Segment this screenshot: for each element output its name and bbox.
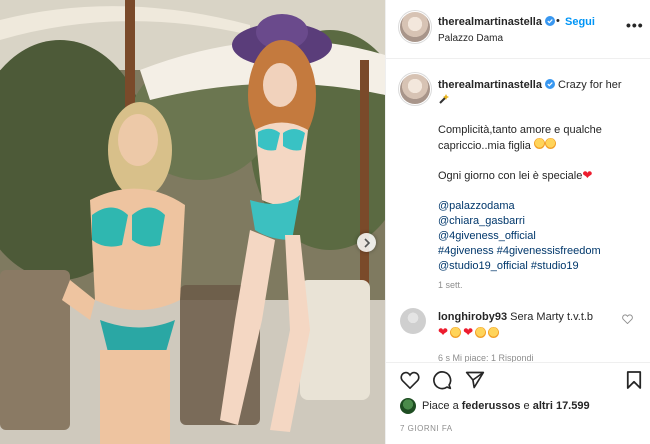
more-options-button[interactable]: •••	[626, 17, 644, 33]
chevron-right-icon	[363, 237, 370, 248]
commenter-username[interactable]: longhiroby93	[438, 311, 507, 323]
likes-middle: e	[523, 400, 530, 412]
location-link[interactable]: Palazzo Dama	[438, 33, 503, 44]
comment-text: Sera Marty t.v.t.b	[510, 311, 594, 323]
tag-link[interactable]: #4giveness #4givenessisfreedom	[438, 244, 638, 259]
caption-username[interactable]: therealmartinastella	[438, 79, 542, 91]
post-timestamp: 7 GIORNI FA	[400, 424, 453, 433]
commenter-avatar[interactable]	[400, 308, 426, 334]
smiling-face-emoji-icon	[488, 327, 500, 338]
caption-time: 1 sett.	[438, 280, 463, 290]
likes-summary: Piace a federussos e altri 17.599	[400, 398, 590, 414]
tag-link[interactable]: @chiara_gasbarri	[438, 214, 638, 229]
verified-badge-icon	[544, 16, 555, 26]
red-heart-emoji-icon: ❤	[582, 168, 593, 182]
tag-link[interactable]: @4giveness_official	[438, 229, 638, 244]
post-header: therealmartinastella • Segui Palazzo Dam…	[386, 0, 650, 59]
likes-prefix: Piace a	[422, 400, 459, 412]
heart-eyes-emoji-icon	[475, 327, 487, 338]
heart-eyes-emoji-icon	[450, 327, 462, 338]
comment-item: longhiroby93 Sera Marty t.v.t.b ❤ ❤ 6 s …	[386, 300, 650, 363]
caption-avatar[interactable]	[400, 74, 430, 104]
tag-link[interactable]: @studio19_official #studio19	[438, 259, 638, 274]
comment-emojis: ❤ ❤	[438, 325, 618, 339]
liker-avatar[interactable]	[400, 398, 416, 414]
action-bar: Piace a federussos e altri 17.599 7 GIOR…	[386, 362, 650, 444]
caption-line1: Complicità,tanto amore e qualche capricc…	[438, 124, 602, 152]
paper-plane-icon[interactable]	[465, 370, 485, 390]
photo-illustration	[0, 0, 385, 444]
post-side-panel: therealmartinastella • Segui Palazzo Dam…	[385, 0, 650, 444]
heart-icon[interactable]	[400, 371, 420, 389]
post-username[interactable]: therealmartinastella	[438, 16, 555, 28]
bookmark-icon[interactable]	[626, 370, 642, 390]
verified-badge-icon	[544, 79, 555, 89]
caption-username-text[interactable]: therealmartinastella	[438, 79, 542, 91]
caption-title: Crazy for her	[558, 79, 622, 91]
comment-body: longhiroby93 Sera Marty t.v.t.b ❤ ❤	[438, 310, 618, 338]
tag-link[interactable]: @palazzodama	[438, 199, 638, 214]
caption-text: therealmartinastella Crazy for her Compl…	[438, 78, 638, 274]
separator-dot: •	[556, 15, 560, 27]
comment-heart-icon[interactable]	[622, 314, 633, 324]
wand-emoji-icon	[439, 94, 449, 104]
username-text[interactable]: therealmartinastella	[438, 16, 542, 28]
heart-eyes-emoji-icon	[544, 138, 556, 149]
follow-button[interactable]: Segui	[565, 16, 595, 28]
avatar[interactable]	[400, 12, 430, 42]
red-heart-emoji-icon: ❤	[438, 325, 449, 339]
red-heart-emoji-icon: ❤	[463, 325, 474, 339]
comment-bubble-icon[interactable]	[432, 370, 452, 390]
liker-username[interactable]: federussos	[462, 400, 521, 412]
caption-tags: @palazzodama @chiara_gasbarri @4giveness…	[438, 199, 638, 274]
smiling-face-emoji-icon	[533, 138, 545, 149]
post-photo[interactable]	[0, 0, 385, 444]
caption-line2: Ogni giorno con lei è speciale	[438, 170, 583, 182]
likes-count[interactable]: altri 17.599	[533, 400, 590, 412]
next-photo-button[interactable]	[357, 233, 376, 252]
